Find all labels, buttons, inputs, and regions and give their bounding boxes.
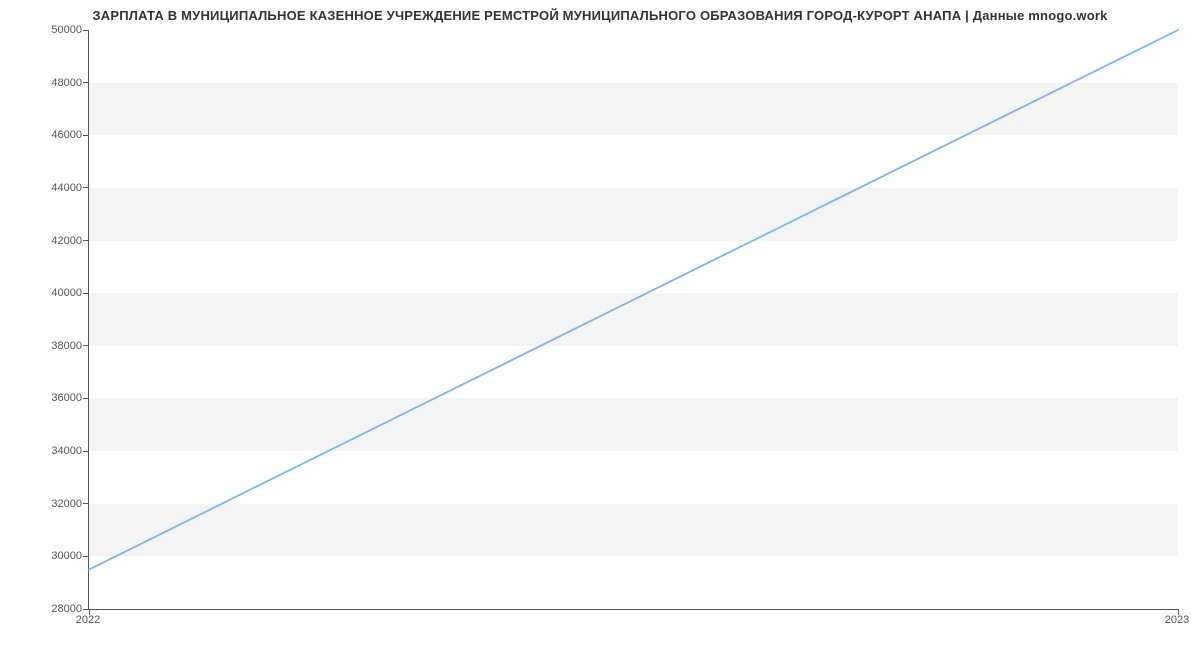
y-tick (83, 82, 89, 83)
y-tick (83, 398, 89, 399)
y-tick (83, 187, 89, 188)
y-axis-label: 42000 (12, 235, 82, 247)
y-axis-label: 36000 (12, 392, 82, 404)
y-tick (83, 451, 89, 452)
series-line (89, 30, 1178, 570)
chart-container: ЗАРПЛАТА В МУНИЦИПАЛЬНОЕ КАЗЕННОЕ УЧРЕЖД… (0, 0, 1200, 650)
y-axis-label: 48000 (12, 77, 82, 89)
y-tick (83, 135, 89, 136)
y-axis-label: 30000 (12, 550, 82, 562)
x-axis-label: 2023 (1165, 614, 1189, 626)
y-tick (83, 345, 89, 346)
y-tick (83, 503, 89, 504)
y-axis-label: 50000 (12, 24, 82, 36)
chart-title: ЗАРПЛАТА В МУНИЦИПАЛЬНОЕ КАЗЕННОЕ УЧРЕЖД… (0, 8, 1200, 23)
y-tick (83, 556, 89, 557)
y-axis-label: 32000 (12, 498, 82, 510)
y-axis-label: 40000 (12, 287, 82, 299)
y-axis-label: 38000 (12, 340, 82, 352)
x-axis-label: 2022 (76, 614, 100, 626)
plot-area (88, 30, 1178, 610)
y-tick (83, 293, 89, 294)
y-axis-label: 28000 (12, 603, 82, 615)
y-tick (83, 240, 89, 241)
y-axis-label: 46000 (12, 129, 82, 141)
y-tick (83, 30, 89, 31)
y-axis-label: 44000 (12, 182, 82, 194)
y-axis-label: 34000 (12, 445, 82, 457)
line-layer (89, 30, 1178, 609)
